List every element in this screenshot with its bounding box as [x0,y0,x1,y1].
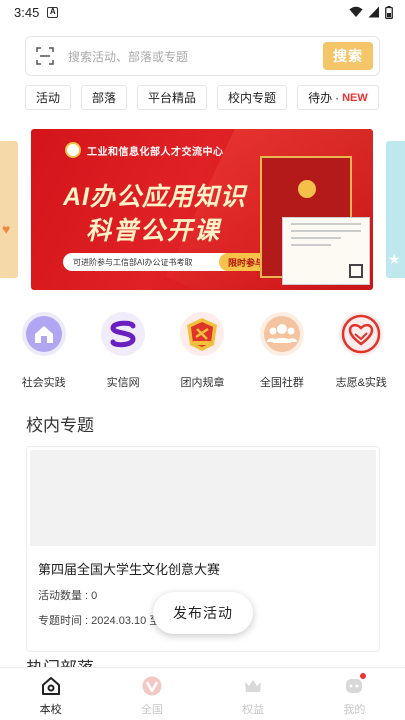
bottom-nav: 本校 全国 权益 我的 [0,667,405,720]
nav-item-mine[interactable]: 我的 [304,668,405,720]
banner-next-peek[interactable]: ★ [386,141,405,278]
wifi-icon [349,6,363,17]
tab-todo[interactable]: 待办 · NEW [297,85,379,110]
crown-icon [242,675,264,697]
search-input[interactable]: 搜索活动、部落或专题 [68,48,323,65]
quick-icons: 社会实践 实信网 团内规章 全国社群 志愿&实践 [0,312,405,390]
status-time: 3:45 [14,4,40,20]
tab-platform-featured[interactable]: 平台精品 [137,85,208,110]
nav-item-campus[interactable]: 本校 [0,668,101,720]
nav-label: 全国 [140,704,163,716]
topic-card-image [30,450,376,546]
seal-icon [298,180,316,198]
quick-icon-social-practice[interactable]: 社会实践 [8,312,80,390]
topic-card-count: 活动数量 : 0 [38,590,98,602]
banner-org: 工业和信息化部人才交流中心 [87,146,224,158]
house-icon [21,312,66,356]
banner-title-line1: AI办公应用知识 [63,183,247,211]
banner[interactable]: 工业和信息化部人才交流中心 AI办公应用知识 科普公开课 可进阶参与工信部AI办… [31,129,373,290]
quick-icon-label: 实信网 [106,377,140,389]
notification-badge [359,673,366,679]
home-icon [40,675,62,697]
status-bar: 3:45 A [0,0,405,24]
s-logo-icon [101,312,146,356]
quick-icon-label: 志愿&实践 [335,377,387,389]
topic-card-time: 专题时间 : 2024.03.10 至 [38,615,161,627]
nav-label: 我的 [343,704,366,716]
divider [291,230,361,232]
search-bar: 搜索活动、部落或专题 搜索 [25,36,380,76]
status-app-icon: A [47,6,59,18]
divider [291,244,331,246]
quick-icon-label: 团内规章 [180,377,225,389]
signal-icon [368,6,379,18]
heart-hands-icon [339,312,384,356]
tab-label: 校内专题 [228,91,277,105]
certificate-page-image [282,217,370,285]
league-badge-icon [180,312,225,356]
tab-label: 待办 [308,91,333,105]
divider [291,237,341,239]
banner-title-line2: 科普公开课 [86,217,222,245]
topic-card-title: 第四届全国大学生文化创意大赛 [38,562,221,577]
banner-header: 工业和信息化部人才交流中心 [65,142,224,158]
quick-icon-label: 社会实践 [21,377,66,389]
quick-icon-label: 全国社群 [259,377,304,389]
new-badge: NEW [342,91,368,104]
tab-label: 平台精品 [148,91,197,105]
category-tabs: 活动 部落 平台精品 校内专题 待办 · NEW [25,85,379,110]
heart-icon: ♥ [2,221,11,237]
v-logo-icon [141,675,163,697]
nav-item-national[interactable]: 全国 [101,668,202,720]
nav-label: 本校 [39,704,62,716]
star-icon: ★ [388,251,401,267]
search-button[interactable]: 搜索 [323,42,373,70]
banner-prev-peek[interactable]: ♥ [0,141,18,278]
banner-pill: 可进阶参与工信部AI办公证书考取 限时参与 [63,253,273,271]
battery-icon [385,5,393,19]
tab-campus-topics[interactable]: 校内专题 [217,85,288,110]
banner-pill-text: 可进阶参与工信部AI办公证书考取 [73,257,193,267]
tab-tribes[interactable]: 部落 [81,85,128,110]
publish-activity-button[interactable]: 发布活动 [153,592,253,634]
quick-icon-league-rules[interactable]: 团内规章 [166,312,238,390]
tab-label: 部落 [92,91,117,105]
tab-dot: · [335,90,340,105]
quick-icon-national-community[interactable]: 全国社群 [246,312,318,390]
nav-label: 权益 [242,704,265,716]
qr-code-icon [349,264,363,278]
tab-activities[interactable]: 活动 [25,85,72,110]
quick-icon-volunteer[interactable]: 志愿&实践 [325,312,397,390]
people-icon [259,312,304,356]
nav-item-benefits[interactable]: 权益 [203,668,304,720]
quick-icon-shixin[interactable]: 实信网 [87,312,159,390]
scan-icon[interactable] [36,47,54,65]
ministry-logo-icon [65,142,81,158]
section-title: 校内专题 [26,416,94,435]
divider [291,223,361,225]
tab-label: 活动 [36,91,61,105]
